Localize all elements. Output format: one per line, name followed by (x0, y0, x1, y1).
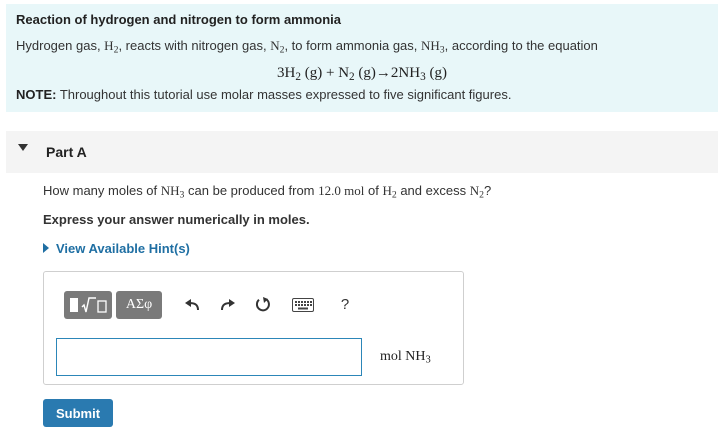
answer-input[interactable] (56, 338, 362, 376)
templates-button[interactable] (64, 291, 112, 319)
unit-label: mol NH3 (380, 349, 431, 366)
submit-button[interactable]: Submit (43, 399, 113, 427)
part-label: Part A (46, 144, 87, 160)
intro-title: Reaction of hydrogen and nitrogen to for… (16, 12, 342, 27)
templates-icon (70, 297, 107, 313)
collapse-caret-icon[interactable] (18, 144, 28, 151)
answer-box: ΑΣφ ? mol NH3 (43, 271, 464, 385)
intro-text: Hydrogen gas, H2, reacts with nitrogen g… (16, 38, 598, 56)
intro-note: NOTE: Throughout this tutorial use molar… (16, 87, 512, 102)
answer-instruction: Express your answer numerically in moles… (43, 212, 310, 227)
help-button[interactable]: ? (332, 291, 358, 319)
part-a-header[interactable]: Part A (6, 131, 718, 173)
view-hints-link[interactable]: View Available Hint(s) (43, 241, 190, 256)
keyboard-icon[interactable] (290, 292, 316, 318)
undo-icon[interactable] (180, 292, 206, 318)
reset-icon[interactable] (250, 292, 276, 318)
intro-panel: Reaction of hydrogen and nitrogen to for… (6, 4, 718, 112)
expand-caret-icon (43, 243, 49, 253)
greek-symbols-button[interactable]: ΑΣφ (116, 291, 162, 319)
reaction-equation: 3H2 (g) + N2 (g)→2NH3 (g) (277, 65, 447, 83)
question-text: How many moles of NH3 can be produced fr… (43, 183, 492, 201)
redo-icon[interactable] (214, 292, 240, 318)
